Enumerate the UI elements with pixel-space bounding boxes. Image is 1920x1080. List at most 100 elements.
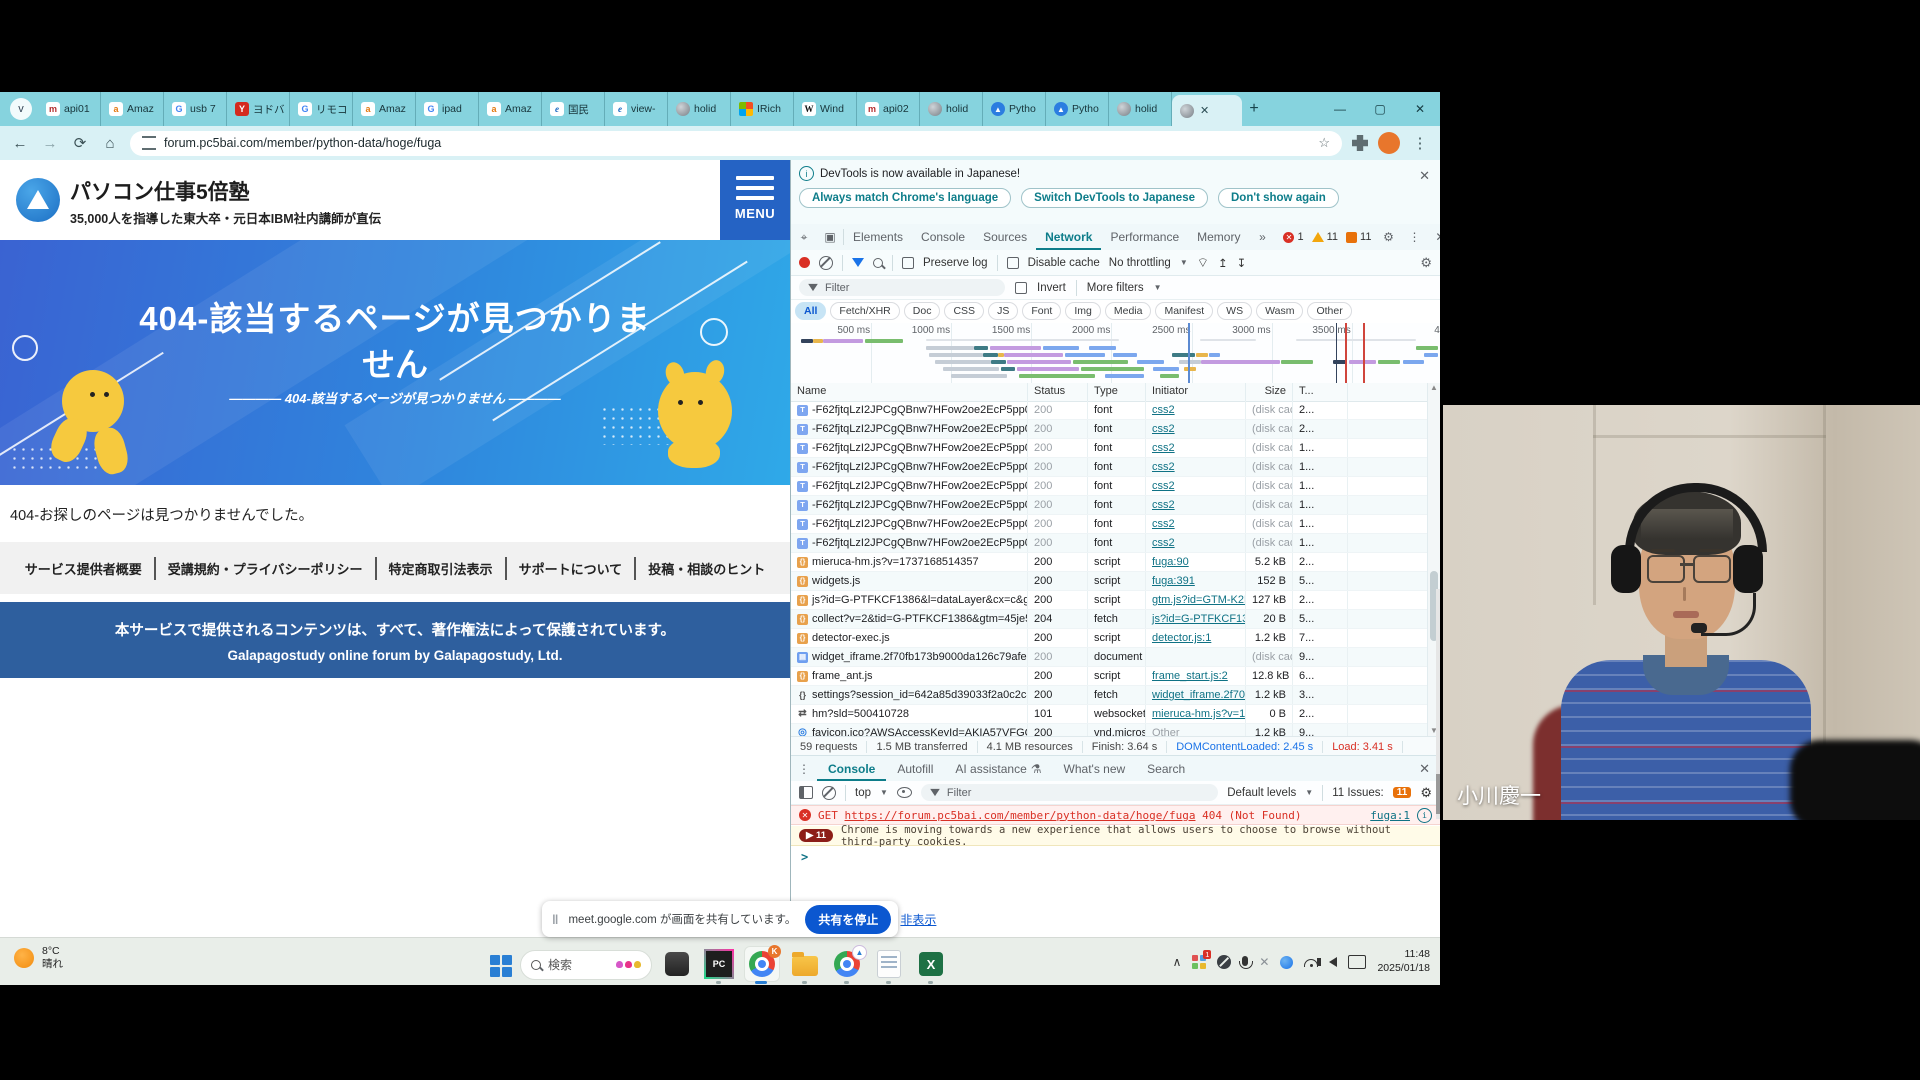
- site-settings-icon[interactable]: [142, 136, 156, 150]
- console-context-select[interactable]: top: [855, 787, 871, 799]
- console-tab-what-s-new[interactable]: What's new: [1053, 756, 1137, 781]
- console-prompt-chevron[interactable]: >: [801, 850, 808, 864]
- console-tab-search[interactable]: Search: [1136, 756, 1196, 781]
- hide-share-bar-link[interactable]: 非表示: [900, 911, 936, 928]
- issues-count-badge[interactable]: 11: [1346, 231, 1371, 243]
- browser-tab[interactable]: holid: [1109, 92, 1172, 126]
- column-header[interactable]: Name: [791, 383, 1028, 401]
- profile-avatar[interactable]: [1378, 132, 1400, 154]
- request-row[interactable]: ⇄hm?sld=500410728101websocketmieruca-hm.…: [791, 705, 1440, 724]
- tray-clock[interactable]: 11:48 2025/01/18: [1377, 948, 1430, 975]
- console-tab-ai-assistance[interactable]: AI assistance⚗: [944, 756, 1052, 781]
- console-filter-input[interactable]: Filter: [921, 784, 1218, 801]
- request-initiator[interactable]: widget_iframe.2f70fb1...: [1146, 686, 1246, 704]
- error-source-link[interactable]: fuga:1: [1370, 809, 1410, 822]
- request-initiator[interactable]: css2: [1146, 534, 1246, 552]
- microphone-icon[interactable]: [1242, 956, 1248, 966]
- request-row[interactable]: {}settings?session_id=642a85d39033f2a0c2…: [791, 686, 1440, 705]
- filter-chip[interactable]: Wasm: [1256, 302, 1303, 320]
- reload-icon[interactable]: ⟳: [70, 134, 90, 152]
- export-har-icon[interactable]: ↧: [1237, 256, 1247, 270]
- devtools-tab-sources[interactable]: Sources: [974, 224, 1036, 250]
- browser-tab[interactable]: IRich: [731, 92, 794, 126]
- request-initiator[interactable]: gtm.js?id=GTM-K2BCL7D: [1146, 591, 1246, 609]
- request-row[interactable]: {}collect?v=2&tid=G-PTFKCF1386&gtm=45je5…: [791, 610, 1440, 629]
- filter-chip[interactable]: Media: [1105, 302, 1152, 320]
- close-button[interactable]: ✕: [1400, 92, 1440, 126]
- column-header[interactable]: Status: [1028, 383, 1088, 401]
- browser-tab[interactable]: mapi01: [38, 92, 101, 126]
- devtools-kebab-icon[interactable]: ⋮: [1401, 230, 1427, 244]
- filter-chip[interactable]: Img: [1065, 302, 1101, 320]
- taskbar-search[interactable]: 検索: [520, 950, 652, 980]
- console-settings-gear-icon[interactable]: ⚙: [1420, 785, 1432, 801]
- filter-chip[interactable]: JS: [988, 302, 1018, 320]
- search-icon[interactable]: [873, 258, 883, 268]
- filter-chip[interactable]: WS: [1217, 302, 1252, 320]
- active-browser-tab[interactable]: ✕: [1172, 95, 1242, 126]
- taskbar-app-pycharm[interactable]: PC: [702, 947, 736, 981]
- devtools-tab-memory[interactable]: Memory: [1188, 224, 1249, 250]
- start-button[interactable]: [490, 955, 512, 977]
- tab-close-icon[interactable]: ✕: [1200, 104, 1209, 117]
- column-header[interactable]: T...: [1293, 383, 1348, 401]
- request-initiator[interactable]: css2: [1146, 439, 1246, 457]
- request-initiator[interactable]: css2: [1146, 496, 1246, 514]
- footer-link[interactable]: 受講規約・プライバシーポリシー: [156, 557, 377, 580]
- browser-tab[interactable]: mapi02: [857, 92, 920, 126]
- pause-share-icon[interactable]: ‖: [552, 912, 559, 927]
- tray-expand-icon[interactable]: ∧: [1173, 955, 1182, 969]
- back-icon[interactable]: ←: [10, 135, 30, 152]
- filter-chip[interactable]: All: [795, 302, 826, 320]
- issues-badge[interactable]: 11: [1393, 787, 1412, 798]
- request-row[interactable]: T-F62fjtqLzI2JPCgQBnw7HFow2oe2EcP5pp0erw…: [791, 534, 1440, 553]
- footer-link[interactable]: 投稿・相談のヒント: [636, 557, 777, 580]
- url-text[interactable]: forum.pc5bai.com/member/python-data/hoge…: [164, 136, 1310, 150]
- tray-x-icon[interactable]: ✕: [1259, 955, 1269, 969]
- browser-tab[interactable]: Yヨドバ: [227, 92, 290, 126]
- filter-chip[interactable]: Doc: [904, 302, 941, 320]
- filter-chip[interactable]: Fetch/XHR: [830, 302, 899, 320]
- network-filter-input[interactable]: Filter: [799, 279, 1005, 296]
- browser-tab[interactable]: Gリモコ: [290, 92, 353, 126]
- request-initiator[interactable]: css2: [1146, 458, 1246, 476]
- browser-tab[interactable]: eview-: [605, 92, 668, 126]
- browser-tab[interactable]: aAmaz: [353, 92, 416, 126]
- menu-button[interactable]: MENU: [720, 160, 790, 240]
- browser-tab[interactable]: e国民: [542, 92, 605, 126]
- footer-link[interactable]: 特定商取引法表示: [377, 557, 507, 580]
- more-filters-label[interactable]: More filters: [1087, 282, 1144, 294]
- wifi-icon[interactable]: [1304, 959, 1318, 967]
- browser-tab[interactable]: Gipad: [416, 92, 479, 126]
- speaker-icon[interactable]: [1329, 957, 1337, 967]
- weather-widget[interactable]: 8°C 晴れ: [14, 945, 63, 971]
- request-row[interactable]: T-F62fjtqLzI2JPCgQBnw7HFow2oe2EcP5pp0erw…: [791, 420, 1440, 439]
- request-initiator[interactable]: fuga:391: [1146, 572, 1246, 590]
- taskbar-app-notepad[interactable]: [872, 947, 906, 981]
- taskbar-app-chrome[interactable]: K: [744, 946, 780, 982]
- browser-tab[interactable]: ▲Pytho: [983, 92, 1046, 126]
- request-initiator[interactable]: detector.js:1: [1146, 629, 1246, 647]
- browser-tab[interactable]: aAmaz: [101, 92, 164, 126]
- clear-icon[interactable]: [819, 256, 833, 270]
- tray-widget-icon[interactable]: 1: [1192, 955, 1206, 969]
- disable-cache-checkbox[interactable]: [1007, 257, 1019, 269]
- request-row[interactable]: {}widgets.js200scriptfuga:391152 B5...: [791, 572, 1440, 591]
- network-settings-gear-icon[interactable]: ⚙: [1420, 255, 1432, 271]
- request-initiator[interactable]: css2: [1146, 477, 1246, 495]
- invert-checkbox[interactable]: [1015, 282, 1027, 294]
- tab-search-button[interactable]: v: [10, 98, 32, 120]
- warning-group-badge[interactable]: ▶ 11: [799, 829, 833, 842]
- more-tabs-icon[interactable]: »: [1249, 230, 1275, 244]
- taskbar-app-excel[interactable]: X: [914, 947, 948, 981]
- issues-label[interactable]: 11 Issues:: [1332, 787, 1384, 799]
- inspect-icon[interactable]: ⌖: [791, 230, 817, 245]
- error-url[interactable]: https://forum.pc5bai.com/member/python-d…: [845, 809, 1196, 822]
- devtools-scrollbar[interactable]: [1436, 589, 1440, 819]
- filter-chip[interactable]: CSS: [944, 302, 984, 320]
- infobar-button[interactable]: Switch DevTools to Japanese: [1021, 188, 1208, 208]
- import-har-icon[interactable]: ↥: [1218, 256, 1228, 270]
- request-row[interactable]: {}frame_ant.js200scriptframe_start.js:21…: [791, 667, 1440, 686]
- drawer-kebab-icon[interactable]: ⋮: [791, 762, 817, 776]
- devtools-tab-console[interactable]: Console: [912, 224, 974, 250]
